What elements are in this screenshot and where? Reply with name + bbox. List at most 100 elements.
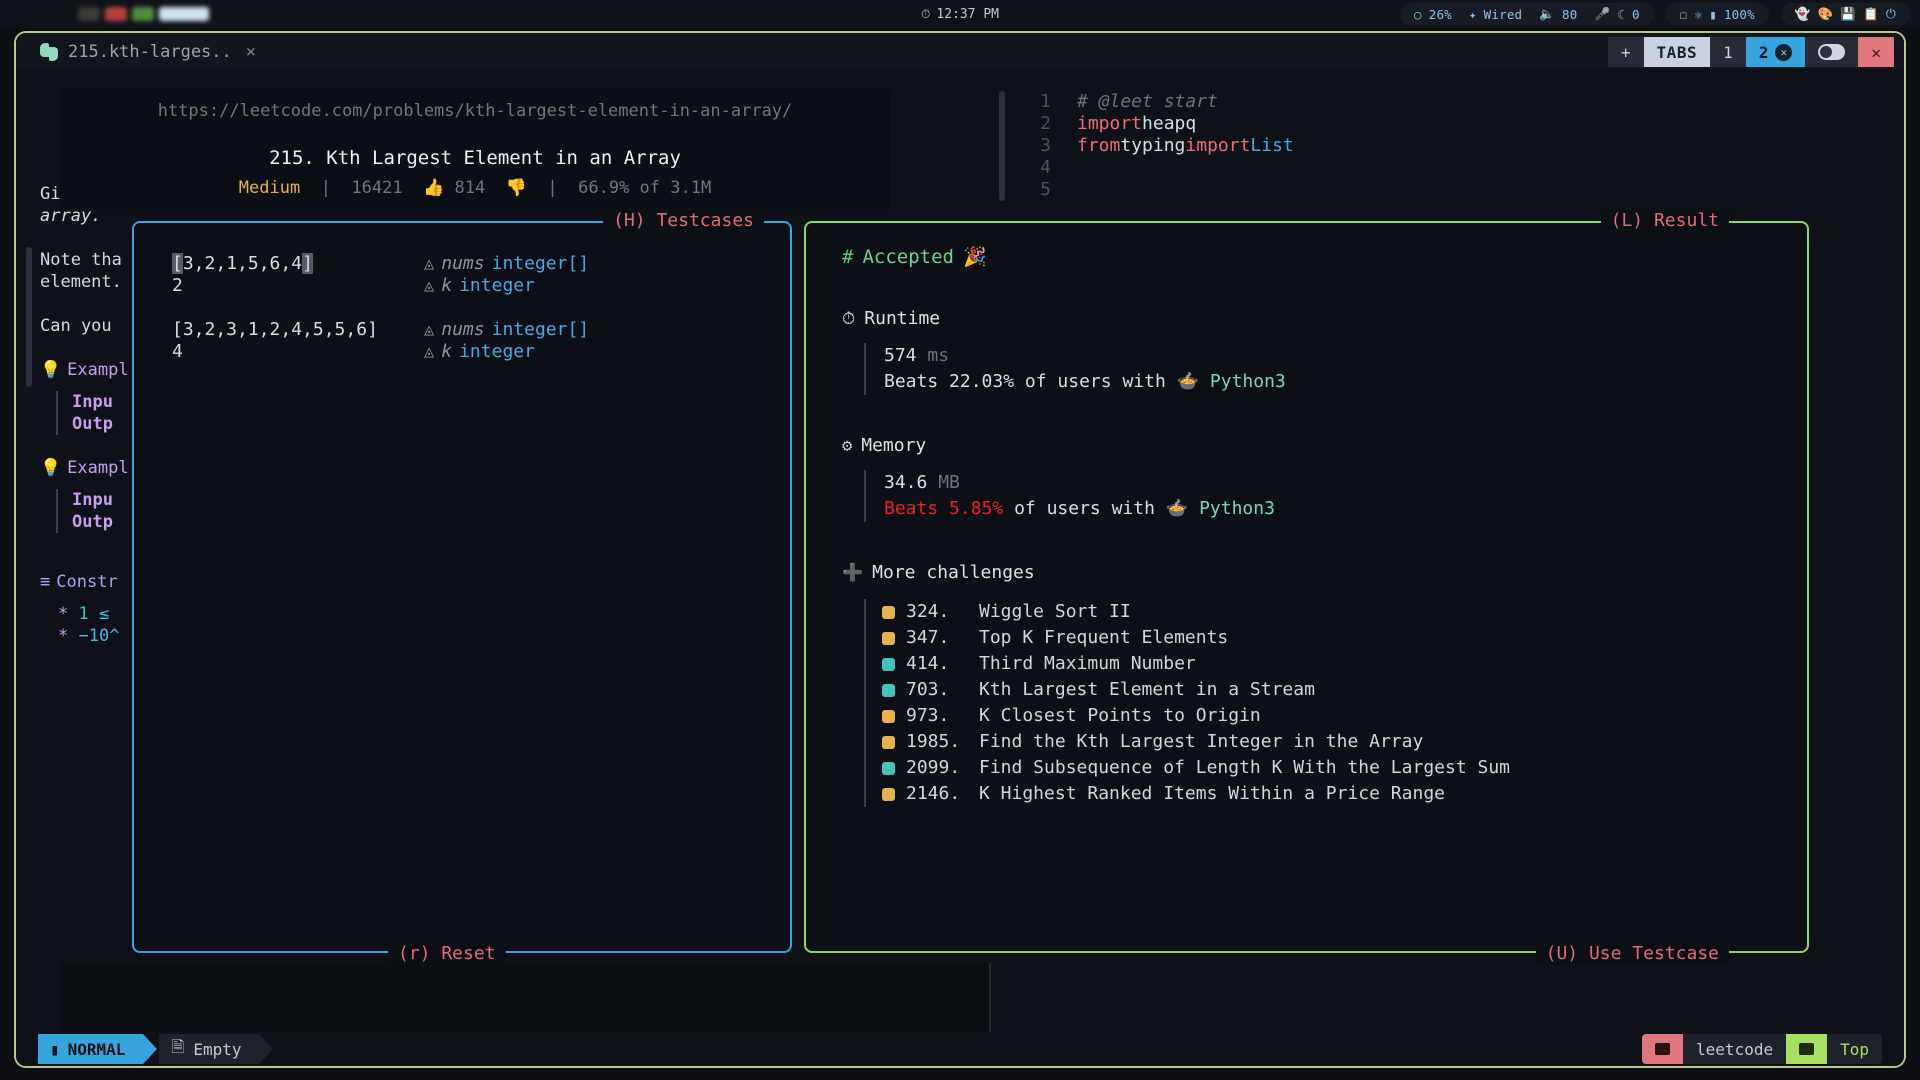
tab-index-2-close-icon[interactable]: ✕ [1775,43,1793,61]
window-toggle[interactable] [1805,37,1859,67]
memory-beats-line: Beats 5.85% of users with 🍲 Python3 [884,496,1783,522]
list-item[interactable]: 324. Wiggle Sort II [882,599,1783,625]
system-stats-pill[interactable]: ○ 26% ✦ Wired 🔈 80 🎤 ☾ 0 [1399,3,1654,25]
problem-url[interactable]: https://leetcode.com/problems/kth-larges… [60,101,890,121]
memory-heading: ⚙ Memory [842,435,1783,456]
desc-line: element. [40,272,122,292]
runtime-value: 574 [884,345,917,366]
ghost-icon[interactable]: 👻 [1795,6,1811,22]
challenge-id: 973. [906,705,950,726]
testcase-item[interactable]: [3,2,3,1,2,4,5,5,6] ◬ nums integer[] 4 ◬… [172,319,589,363]
cube-icon: ◬ [424,254,435,274]
testcase-k-value[interactable]: 4 [172,341,424,363]
list-item[interactable]: 1985. Find the Kth Largest Integer in the… [882,729,1783,755]
power-pill[interactable]: ☐ ⚛ ▮ 100% [1665,3,1769,25]
runtime-details: 574 ms Beats 22.03% of users with 🍲 Pyth… [864,343,1783,395]
os-right-indicators: ○ 26% ✦ Wired 🔈 80 🎤 ☾ 0 ☐ ⚛ ▮ 100% 👻 🎨 … [1399,3,1910,25]
testcase-field-meta: ◬ nums integer[] [424,319,589,341]
list-icon [1786,1034,1828,1064]
vim-mode-label: NORMAL [67,1039,126,1059]
runtime-heading-label: Runtime [864,308,941,329]
tab-close-icon[interactable]: × [246,42,256,62]
challenge-name: K Closest Points to Origin [979,705,1261,726]
challenge-name: Third Maximum Number [979,653,1196,674]
tab-kth-largest[interactable]: 215.kth-larges.. × [28,37,268,67]
runtime-beats-line: Beats 22.03% of users with 🍲 Python3 [884,369,1783,395]
buffer-label: Empty [193,1039,242,1059]
tab-index-2-active[interactable]: 2 ✕ [1745,37,1806,67]
code-line: 4 [1037,157,1294,179]
testcase-item[interactable]: [3,2,1,5,6,4] ◬ nums integer[] 2 ◬ k int… [172,253,589,297]
use-testcase-action-label[interactable]: (U) Use Testcase [1535,943,1729,964]
testcase-nums-value[interactable]: [3,2,1,5,6,4] [172,253,424,275]
problem-header: https://leetcode.com/problems/kth-larges… [60,89,890,209]
testcase-nums-rest: 3,2,1,5,6,4 [182,253,303,274]
chip-icon: ⚙ [842,435,853,456]
testcase-nums-value[interactable]: [3,2,3,1,2,4,5,5,6] [172,319,424,341]
power-icon[interactable]: ⏻ [1886,6,1896,22]
line-number: 1 [1040,91,1051,112]
workspace-dot[interactable] [105,7,127,21]
challenge-id: 2146. [906,783,961,804]
testcase-field-row: [3,2,3,1,2,4,5,5,6] ◬ nums integer[] [172,319,589,341]
code-token: List [1250,135,1294,156]
reset-action-label[interactable]: (r) Reset [388,943,506,964]
statusline-left: ▮ NORMAL 🗎 Empty [38,1034,274,1064]
cursor-highlight: [ [172,253,183,274]
testcase-k-value[interactable]: 2 [172,275,424,297]
tab-index-1[interactable]: 1 [1710,37,1746,67]
memory-heading-label: Memory [861,435,927,456]
testcases-panel-title: (H) Testcases [603,210,764,231]
challenge-name: Top K Frequent Elements [979,627,1229,648]
field-name: k [441,341,453,362]
list-item[interactable]: 2099. Find Subsequence of Length K With t… [882,755,1783,781]
difficulty-dot [882,761,895,775]
editor-scrollbar[interactable] [999,91,1005,201]
list-item[interactable]: 973. K Closest Points to Origin [882,703,1783,729]
bluetooth-icon: ⚛ [1694,6,1703,22]
cpu-value: 26% [1428,6,1452,22]
code-line: 3 from typing import List [1037,135,1294,157]
display-icon: ☐ [1679,6,1688,22]
result-content: # Accepted 🎉 ⏱ Runtime 574 ms Beats 22.0… [842,245,1783,807]
difficulty-badge: Medium [238,178,301,198]
tabs-label: TABS [1643,37,1711,67]
memory-beats-prefix: Beats [884,498,939,519]
list-item[interactable]: 414. Third Maximum Number [882,651,1783,677]
window-close-button[interactable]: ✕ [1858,37,1894,67]
challenge-name: Find Subsequence of Length K With the La… [979,757,1511,778]
python-icon: 🍲 [1176,371,1200,392]
workspace-dot[interactable] [132,7,154,21]
field-type: integer [459,341,535,362]
palette-icon[interactable]: 🎨 [1818,6,1834,22]
os-left-indicators [0,7,209,21]
thumbs-down-icon[interactable]: 👎 [496,178,527,198]
list-item[interactable]: 347. Top K Frequent Elements [882,625,1783,651]
dislikes-count: 814 [454,178,486,198]
thumbs-up-icon[interactable]: 👍 [413,178,444,198]
workspace-dot[interactable] [78,7,100,21]
testcase-field-row: 4 ◬ k integer [172,341,589,363]
memory-value-line: 34.6 MB [884,470,1783,496]
save-icon[interactable]: 💾 [1840,6,1856,22]
new-tab-button[interactable]: + [1607,37,1644,67]
list-item[interactable]: 703. Kth Largest Element in a Stream [882,677,1783,703]
hash-icon: # [842,245,854,268]
tray-pill[interactable]: 👻 🎨 💾 📋 ⏻ [1780,3,1910,25]
copy-icon[interactable]: 📋 [1863,6,1879,22]
network-label: Wired [1483,6,1523,22]
workspace-dot[interactable] [159,7,209,21]
memory-details: 34.6 MB Beats 5.85% of users with 🍲 Pyth… [864,470,1783,522]
result-panel: (L) Result (U) Use Testcase # Accepted 🎉… [804,210,1809,964]
list-item[interactable]: 2146. K Highest Ranked Items Within a Pri… [882,781,1783,807]
description-scrollbar[interactable] [26,247,32,387]
buffer-badge[interactable]: 🗎 Empty [159,1034,274,1064]
cube-icon: ◬ [424,320,435,340]
result-panel-title: (L) Result [1600,210,1729,231]
runtime-section: ⏱ Runtime 574 ms Beats 22.03% of users w… [842,308,1783,395]
list-icon: ≡ [40,572,51,592]
page-title: 215. Kth Largest Element in an Array [269,147,681,169]
acceptance-rate: 66.9% of 3.1M [578,178,712,198]
challenges-heading-label: More challenges [872,562,1035,583]
statusline-right: leetcode Top [1642,1034,1882,1064]
